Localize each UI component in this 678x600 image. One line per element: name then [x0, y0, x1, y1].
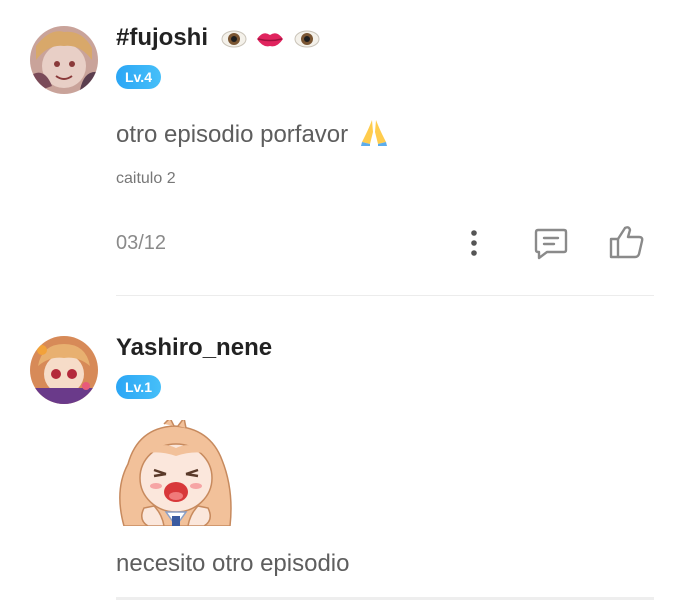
comment-item: Yashiro_nene Lv.1 necesito otro episodio [0, 0, 678, 600]
level-badge: Lv.1 [116, 375, 161, 399]
comment-text: necesito otro episodio [116, 550, 350, 577]
username-text: Yashiro_nene [116, 334, 273, 361]
anime-girl-crying-sticker [114, 420, 236, 526]
username[interactable]: Yashiro_nene [116, 334, 272, 362]
user-avatar[interactable] [30, 336, 98, 404]
